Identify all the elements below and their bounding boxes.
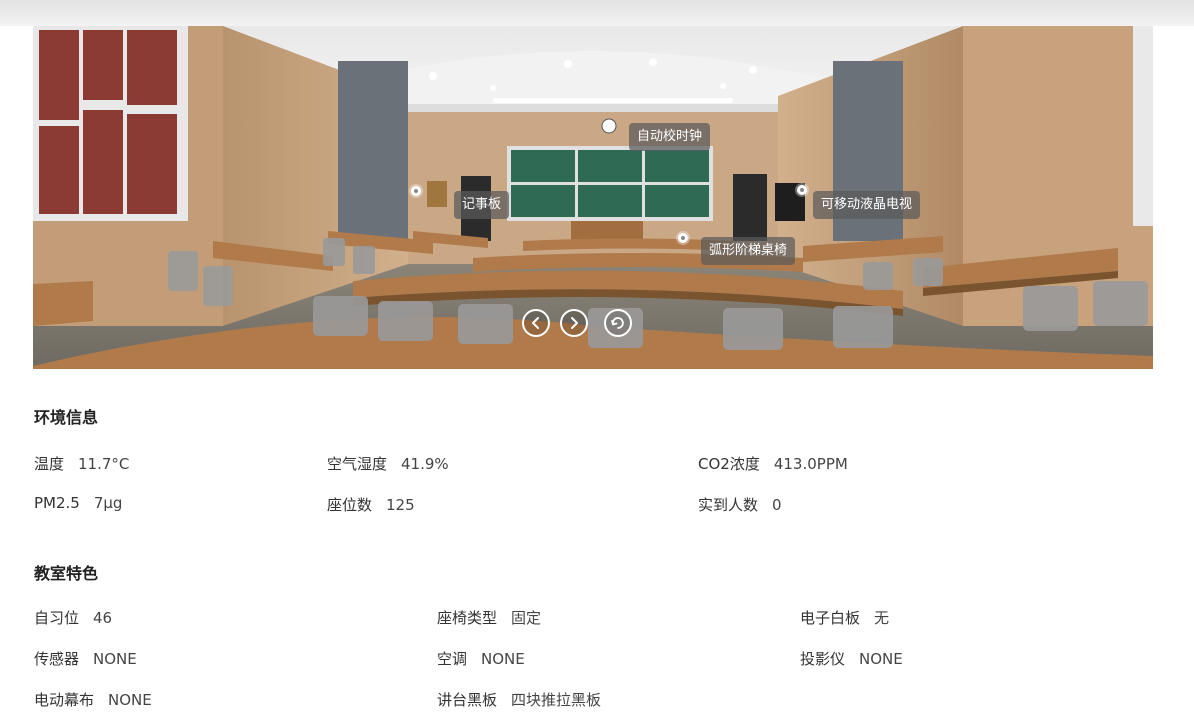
feature-sensor: 传感器 NONE — [34, 648, 137, 669]
info-label: PM2.5 — [34, 494, 80, 512]
info-label: 座椅类型 — [437, 609, 498, 627]
info-label: 温度 — [34, 455, 65, 473]
info-temperature: 温度 11.7°C — [34, 453, 129, 474]
hotspot-label-desks[interactable]: 弧形阶梯桌椅 — [701, 237, 796, 265]
chevron-left-icon — [532, 317, 539, 329]
hotspot-label-clock[interactable]: 自动校时钟 — [629, 123, 711, 151]
info-attendance: 实到人数 0 — [698, 494, 782, 515]
info-label: 电动幕布 — [34, 691, 95, 709]
info-label: 传感器 — [34, 650, 80, 668]
rotate-view-button[interactable] — [604, 309, 632, 337]
feature-electric-screen: 电动幕布 NONE — [34, 689, 152, 710]
info-co2: CO2浓度 413.0PPM — [698, 453, 848, 474]
info-label: 自习位 — [34, 609, 80, 627]
hotspot-label-notice-board[interactable]: 记事板 — [454, 191, 510, 219]
features-section-title: 教室特色 — [34, 564, 99, 583]
feature-study-seats: 自习位 46 — [34, 607, 112, 628]
hotspot-marker-desks[interactable] — [678, 233, 688, 243]
info-label: 电子白板 — [800, 609, 861, 627]
info-value: NONE — [93, 650, 137, 668]
info-value: NONE — [108, 691, 152, 709]
next-view-button[interactable] — [560, 309, 588, 337]
info-value: 46 — [93, 609, 113, 627]
feature-podium-blackboard: 讲台黑板 四块推拉黑板 — [437, 689, 601, 710]
info-value: 四块推拉黑板 — [511, 691, 602, 709]
info-value: 7μg — [93, 494, 123, 512]
info-label: CO2浓度 — [698, 455, 760, 473]
chevron-right-icon — [571, 317, 578, 329]
classroom-panorama-image[interactable] — [33, 26, 1153, 369]
hotspot-label-tv[interactable]: 可移动液晶电视 — [813, 191, 921, 219]
previous-view-button[interactable] — [522, 309, 550, 337]
info-value: 413.0PPM — [773, 455, 848, 473]
rotate-icon — [611, 317, 624, 329]
environment-section-title: 环境信息 — [34, 408, 99, 427]
panorama-viewer[interactable]: 自动校时钟 记事板 可移动液晶电视 弧形阶梯桌椅 — [33, 26, 1153, 369]
feature-seat-type: 座椅类型 固定 — [437, 607, 541, 628]
hotspot-marker-tv[interactable] — [797, 185, 807, 195]
info-value: 11.7°C — [78, 455, 130, 473]
info-value: 固定 — [511, 609, 542, 627]
info-value: 125 — [386, 496, 415, 514]
info-label: 空气湿度 — [327, 455, 388, 473]
info-pm25: PM2.5 7μg — [34, 494, 122, 512]
info-value: 无 — [874, 609, 890, 627]
info-humidity: 空气湿度 41.9% — [327, 453, 449, 474]
info-value: 0 — [772, 496, 782, 514]
info-value: NONE — [859, 650, 903, 668]
top-shade — [0, 0, 1194, 26]
feature-projector: 投影仪 NONE — [800, 648, 903, 669]
info-seat-count: 座位数 125 — [327, 494, 415, 515]
info-label: 讲台黑板 — [437, 691, 498, 709]
info-value: 41.9% — [401, 455, 449, 473]
info-label: 座位数 — [327, 496, 373, 514]
info-label: 空调 — [437, 650, 468, 668]
info-label: 实到人数 — [698, 496, 759, 514]
info-label: 投影仪 — [800, 650, 846, 668]
info-value: NONE — [481, 650, 525, 668]
feature-air-conditioner: 空调 NONE — [437, 648, 525, 669]
feature-whiteboard: 电子白板无 — [800, 607, 889, 628]
hotspot-marker-notice-board[interactable] — [411, 186, 421, 196]
